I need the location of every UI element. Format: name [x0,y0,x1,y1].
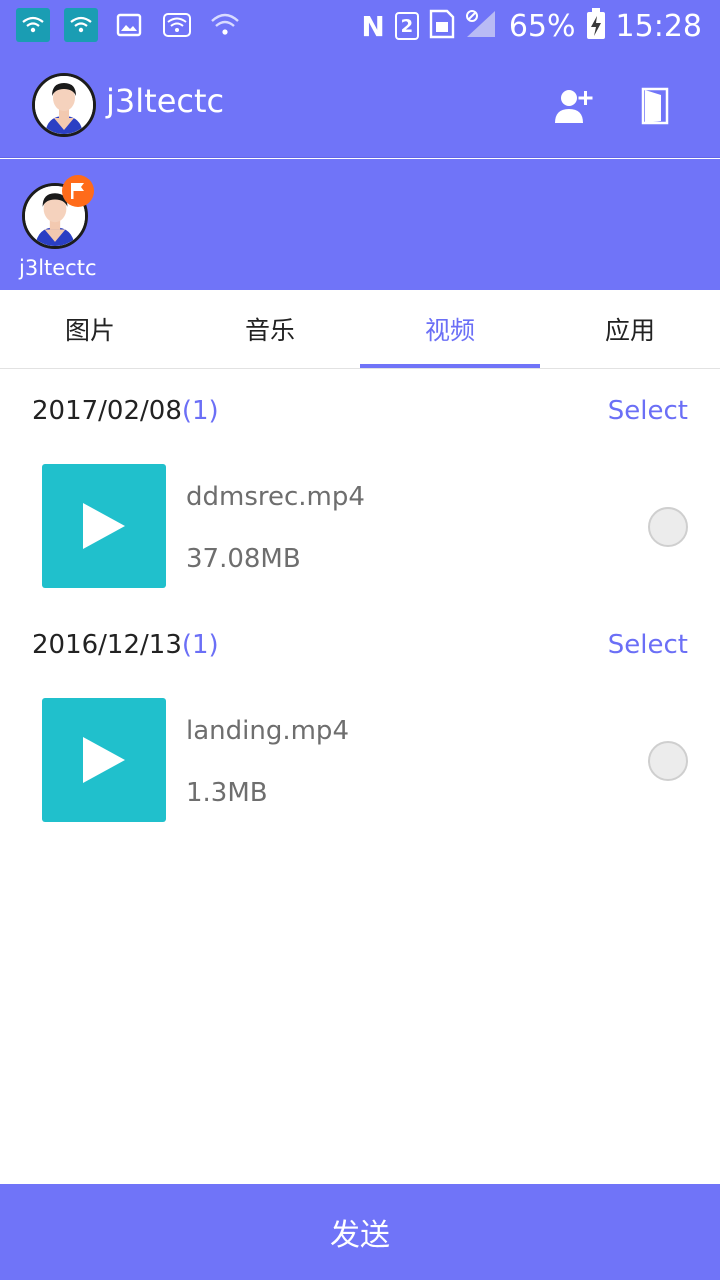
group-count: (1) [181,630,219,660]
date-group-header: 2016/12/13(1) Select [0,604,720,688]
nfc-icon: N [361,9,385,43]
play-icon [83,737,125,783]
flag-icon [62,175,94,207]
status-bar: N 2 65% 15:28 [0,0,720,52]
avatar[interactable] [32,73,96,137]
tab-videos[interactable]: 视频 [360,290,540,368]
list-item[interactable]: ddmsrec.mp4 37.08MB [0,464,720,614]
category-tabs: 图片 音乐 视频 应用 [0,290,720,369]
battery-charging-icon [586,8,606,44]
exit-door-icon[interactable] [634,84,678,128]
group-date: 2017/02/08 [32,396,182,426]
select-radio[interactable] [648,507,688,547]
tab-pictures[interactable]: 图片 [0,290,180,368]
tab-apps[interactable]: 应用 [540,290,720,368]
date-label: 2017/02/08(1) [32,396,219,426]
video-thumbnail [42,464,166,588]
header-username: j3ltectc [106,82,225,120]
image-icon [112,8,146,42]
device-strip: j3ltectc [0,159,720,290]
wifi-hotspot-icon [64,8,98,42]
wifi-hotspot-icon [16,8,50,42]
list-item[interactable]: landing.mp4 1.3MB [0,698,720,848]
wifi-icon [160,8,194,42]
clock: 15:28 [615,8,702,44]
date-label: 2016/12/13(1) [32,630,219,660]
select-group-button[interactable]: Select [608,396,688,426]
send-button[interactable]: 发送 [0,1184,720,1280]
wifi-weak-icon [208,8,242,42]
select-radio[interactable] [648,741,688,781]
app-header: j3ltectc [0,52,720,158]
file-name: ddmsrec.mp4 [186,482,365,512]
battery-percent: 65% [508,8,576,44]
device-name: j3ltectc [19,256,97,280]
file-name: landing.mp4 [186,716,349,746]
add-user-icon[interactable] [552,84,596,128]
date-group-header: 2017/02/08(1) Select [0,370,720,454]
sim-2-icon: 2 [394,12,419,40]
group-date: 2016/12/13 [32,630,182,660]
tab-music[interactable]: 音乐 [180,290,360,368]
file-size: 1.3MB [186,778,268,808]
group-count: (1) [181,396,219,426]
sim-card-icon [429,9,455,43]
file-size: 37.08MB [186,544,301,574]
select-group-button[interactable]: Select [608,630,688,660]
play-icon [83,503,125,549]
video-thumbnail [42,698,166,822]
no-signal-icon [465,9,499,43]
